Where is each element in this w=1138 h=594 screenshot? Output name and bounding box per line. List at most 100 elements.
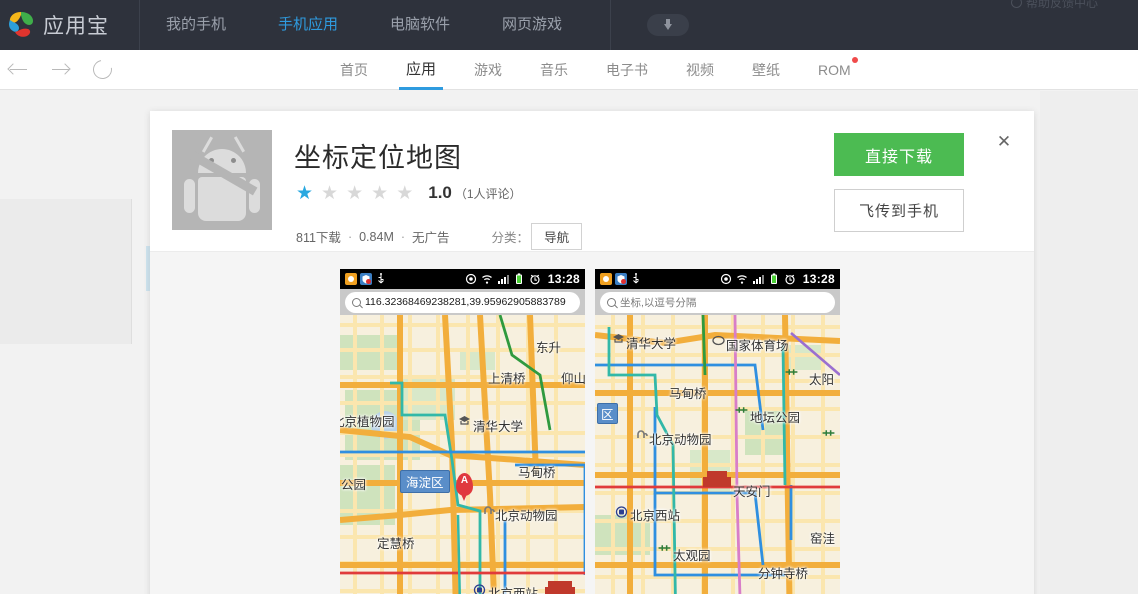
reload-button[interactable] [88, 56, 116, 84]
back-arrow-icon [7, 63, 28, 76]
category-tag[interactable]: 导航 [531, 223, 583, 250]
app-detail-modal: 坐标定位地图 ★ ★ ★ ★ ★ 1.0 （1人评论） 811下载 · 0.84… [150, 111, 1034, 594]
close-icon[interactable]: ✕ [993, 130, 1015, 152]
map-marker-pin[interactable]: A [456, 473, 473, 501]
battery-icon [770, 273, 777, 284]
app-title: 坐标定位地图 [294, 143, 462, 173]
brand-logo[interactable]: 应用宝 [0, 0, 140, 50]
map-label: 分钟寺桥 [758, 567, 809, 581]
star-3-icon: ★ [346, 182, 364, 204]
app-size: 0.84M [359, 229, 394, 244]
search-icon [607, 297, 616, 307]
wifi-icon [481, 275, 492, 284]
gallery-app-icon [600, 273, 612, 285]
download-count: 811下载 [296, 231, 341, 245]
map-label: 天安门 [733, 485, 771, 499]
battery-icon [515, 273, 522, 284]
tab-video[interactable]: 视频 [667, 50, 733, 90]
map-label: 上清桥 [488, 372, 526, 386]
send-to-phone-button[interactable]: 飞传到手机 [834, 189, 964, 232]
status-left-icons [345, 273, 387, 285]
brand-name: 应用宝 [43, 15, 109, 38]
map-label: 北京西站 [488, 587, 539, 594]
screenshot-coordinate-input[interactable]: 13:28 坐标,以逗号分隔 清华大学 国家体育场 太阳 马甸桥 地坛公园 北京… [595, 269, 840, 594]
status-time-1: 13:28 [547, 272, 580, 286]
map-label: 定慧桥 [377, 537, 415, 551]
screenshot-coordinates-result[interactable]: 13:28 116.32368469238281,39.959629058837… [340, 269, 585, 594]
tab-home[interactable]: 首页 [321, 50, 387, 90]
district-badge: 区 [597, 403, 618, 424]
help-feedback-link[interactable]: 帮助反馈中心 [1010, 0, 1098, 11]
star-5-icon: ★ [396, 182, 414, 204]
tab-wallpaper[interactable]: 壁纸 [733, 50, 799, 90]
app-meta-row: 811下载 · 0.84M · 无广告 分类： 导航 [296, 223, 583, 250]
map-label: 北京植物园 [340, 415, 395, 429]
reload-icon [88, 56, 116, 83]
meta-separator-1: · [347, 229, 353, 244]
topnav-pc-software[interactable]: 电脑软件 [364, 0, 476, 50]
park-tree-icon: 艹 [785, 368, 799, 383]
forward-arrow-icon [51, 63, 71, 76]
rating-comment-count: （1人评论） [454, 186, 522, 201]
category-tabs: 首页 应用 游戏 音乐 电子书 视频 壁纸 ROM [321, 50, 870, 90]
tab-games[interactable]: 游戏 [455, 50, 521, 90]
signal-icon [497, 275, 509, 284]
help-icon [1010, 0, 1022, 8]
map-canvas-2[interactable]: 清华大学 国家体育场 太阳 马甸桥 地坛公园 北京动物园 天安门 北京西站 窑洼… [595, 315, 840, 594]
phone-status-bar-1: 13:28 [340, 269, 585, 289]
star-4-icon: ★ [371, 182, 389, 204]
district-badge: 海淀区 [400, 470, 450, 493]
screenshot-gallery: 13:28 116.32368469238281,39.959629058837… [150, 252, 1034, 594]
map-search-bar-2[interactable]: 坐标,以逗号分隔 [595, 289, 840, 315]
screenshot-list: 13:28 116.32368469238281,39.959629058837… [150, 269, 1034, 594]
tab-rom[interactable]: ROM [799, 50, 870, 90]
app-window: 应用宝 我的手机 手机应用 电脑软件 网页游戏 帮助反馈中心 首页 应用 游戏 … [0, 0, 1138, 594]
phone-status-bar-2: 13:28 [595, 269, 840, 289]
map-label: 公园 [341, 478, 367, 492]
ad-status: 无广告 [412, 231, 450, 245]
gps-icon [720, 273, 731, 285]
topnav-web-games[interactable]: 网页游戏 [476, 0, 588, 50]
tab-ebooks[interactable]: 电子书 [587, 50, 667, 90]
coordinate-search-value: 116.32368469238281,39.95962905883789 [365, 296, 566, 308]
map-label: 仰山 [561, 372, 585, 386]
shield-app-icon [615, 273, 627, 285]
topnav-mobile-apps[interactable]: 手机应用 [252, 0, 364, 50]
map-label: 清华大学 [626, 337, 677, 351]
app-icon [172, 130, 272, 230]
back-button[interactable] [4, 56, 32, 84]
map-label: 国家体育场 [726, 339, 789, 353]
search-icon [352, 297, 361, 307]
park-tree-icon: 艹 [822, 429, 836, 444]
downloads-button[interactable] [647, 14, 690, 36]
status-right-icons: 13:28 [465, 272, 580, 286]
map-label: 太阳 [809, 373, 835, 387]
tab-music[interactable]: 音乐 [521, 50, 587, 90]
map-canvas-1[interactable]: 东升 上清桥 仰山 北京植物园 清华大学 马甸桥 公园 北京动物园 定慧桥 北京… [340, 315, 585, 594]
wifi-icon [736, 275, 747, 284]
rating-row: ★ ★ ★ ★ ★ 1.0 （1人评论） [296, 183, 522, 203]
status-right-icons: 13:28 [720, 272, 835, 286]
forward-button[interactable] [46, 56, 74, 84]
map-search-bar-1[interactable]: 116.32368469238281,39.95962905883789 [340, 289, 585, 315]
zoo-poi-icon [636, 429, 649, 440]
direct-download-button[interactable]: 直接下载 [834, 133, 964, 176]
meta-separator-2: · [400, 229, 406, 244]
map-label: 清华大学 [473, 420, 524, 434]
map-label: 太观园 [673, 549, 711, 563]
park-tree-icon: 艹 [658, 544, 672, 559]
map-label: 北京动物园 [495, 509, 558, 523]
help-feedback-label: 帮助反馈中心 [1025, 0, 1098, 10]
topnav-my-phone[interactable]: 我的手机 [140, 0, 252, 50]
tab-apps[interactable]: 应用 [387, 50, 455, 90]
top-nav: 我的手机 手机应用 电脑软件 网页游戏 [140, 0, 588, 50]
park-tree-icon: 艹 [735, 406, 749, 421]
background-left-panel [0, 199, 132, 344]
zoo-poi-icon [483, 505, 496, 516]
background-right-panel [1040, 91, 1138, 594]
map-label: 窑洼 [810, 532, 836, 546]
university-poi-icon [612, 333, 625, 344]
map-label: 马甸桥 [518, 466, 556, 480]
star-2-icon: ★ [321, 182, 339, 204]
android-robot-placeholder-icon [184, 136, 260, 223]
